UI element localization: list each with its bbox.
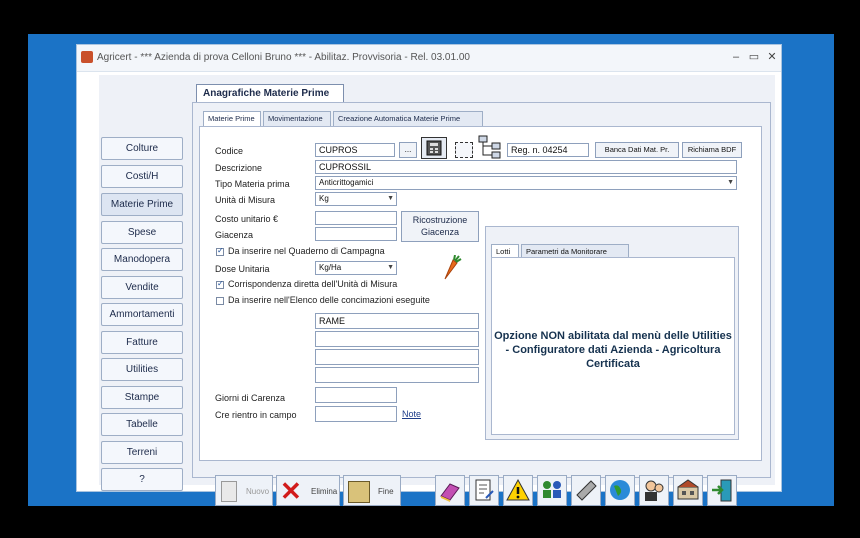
codice-browse-button[interactable]: ... [399,142,417,158]
sidebar-item-utilities[interactable]: Utilities [101,358,183,381]
tab-lotti[interactable]: Lotti [491,244,519,258]
elenco-concimazioni-checkbox[interactable] [216,297,224,305]
nuovo-label: Nuovo [246,487,270,496]
banca-dati-button[interactable]: Banca Dati Mat. Pr. [595,142,679,158]
sidebar-item-fatture[interactable]: Fatture [101,331,183,354]
people-icon[interactable] [639,475,669,506]
disabled-option-message: Opzione NON abilitata dal menù delle Uti… [494,330,732,370]
giorni-carenza-label: Giorni di Carenza [215,393,286,403]
network-users-icon[interactable] [537,475,567,506]
sidebar-item-spese[interactable]: Spese [101,221,183,244]
dose-unitaria-select[interactable]: Kg/Ha ▼ [315,261,397,275]
calculator-icon[interactable] [421,137,447,159]
book-icon[interactable] [435,475,465,506]
rientro-campo-input[interactable] [315,406,397,422]
section-title: Anagrafiche Materie Prime [196,84,344,102]
principio-attivo-3[interactable] [315,349,479,365]
giacenza-input[interactable] [315,227,397,241]
tab-creazione-automatica[interactable]: Creazione Automatica Materie Prime [333,111,483,126]
tab-materie-prime[interactable]: Materie Prime [203,111,261,127]
sidebar-item-colture[interactable]: Colture [101,137,183,160]
unita-misura-select[interactable]: Kg ▼ [315,192,397,206]
dose-unitaria-label: Dose Unitaria [215,264,270,274]
sidebar-item-vendite[interactable]: Vendite [101,276,183,299]
chevron-down-icon: ▼ [387,195,394,202]
tipo-materia-label: Tipo Materia prima [215,179,290,189]
close-button[interactable]: ✕ [765,50,779,64]
ricostruzione-giacenza-button[interactable]: Ricostruzione Giacenza [401,211,479,242]
app-icon [81,51,93,63]
dose-unitaria-value: Kg/Ha [319,263,342,272]
registration-number: Reg. n. 04254 [507,143,589,157]
minimize-button[interactable]: – [729,50,743,64]
maximize-button[interactable]: ▭ [747,50,761,64]
corrispondenza-checkbox[interactable] [216,279,224,289]
codice-input[interactable]: CUPROS [315,143,395,157]
richiama-bdf-button[interactable]: Richiama BDF [682,142,742,158]
elimina-label: Elimina [311,487,338,496]
tab-parametri-monitorare[interactable]: Parametri da Monitorare [521,244,629,258]
sidebar-item-ammortamenti[interactable]: Ammortamenti [101,303,183,326]
fine-button[interactable]: Fine [343,475,401,506]
costo-unitario-label: Costo unitario € [215,214,279,224]
descrizione-label: Descrizione [215,163,263,173]
ruler-icon[interactable] [571,475,601,506]
elenco-concimazioni-label: Da inserire nell'Elenco delle concimazio… [228,295,430,305]
principio-attivo-1[interactable]: RAME [315,313,479,329]
sidebar-item-manodopera[interactable]: Manodopera [101,248,183,271]
save-disk-icon [348,481,370,503]
chevron-down-icon: ▼ [727,179,734,186]
new-document-icon [221,481,237,502]
delete-x-icon: ✕ [280,476,302,506]
fine-label: Fine [378,487,394,496]
app-window: Agricert - *** Azienda di prova Celloni … [76,44,782,506]
sidebar-item-help[interactable]: ? [101,468,183,491]
sidebar-item-stampe[interactable]: Stampe [101,386,183,409]
carrot-icon [439,254,463,281]
rientro-campo-label: Cre rientro in campo [215,410,297,420]
tipo-materia-value: Anticrittogamici [319,178,374,187]
giacenza-label: Giacenza [215,230,254,240]
tree-structure-icon[interactable] [477,134,503,160]
quaderno-label: Da inserire nel Quaderno di Campagna [228,246,385,256]
title-bar: Agricert - *** Azienda di prova Celloni … [77,45,781,72]
chevron-down-icon: ▼ [387,264,394,271]
sidebar-item-materie-prime[interactable]: Materie Prime [101,193,183,216]
sidebar-item-terreni[interactable]: Terreni [101,441,183,464]
tab-movimentazione[interactable]: Movimentazione [263,111,331,126]
globe-icon[interactable] [605,475,635,506]
select-icon[interactable] [455,142,473,158]
note-link[interactable]: Note [402,409,421,419]
principio-attivo-2[interactable] [315,331,479,347]
window-title: Agricert - *** Azienda di prova Celloni … [97,52,470,63]
principio-attivo-4[interactable] [315,367,479,383]
warning-icon[interactable] [503,475,533,506]
codice-label: Codice [215,146,244,156]
costo-unitario-input[interactable] [315,211,397,225]
exit-door-icon[interactable] [707,475,737,506]
corrispondenza-label: Corrispondenza diretta dell'Unità di Mis… [228,279,398,289]
tipo-materia-select[interactable]: Anticrittogamici ▼ [315,176,737,190]
buildings-icon[interactable] [673,475,703,506]
sidebar-item-tabelle[interactable]: Tabelle [101,413,183,436]
client-area: Colture Costi/H Materie Prime Spese Mano… [99,75,775,506]
quaderno-checkbox[interactable] [216,246,224,256]
unita-misura-label: Unità di Misura [215,195,276,205]
giorni-carenza-input[interactable] [315,387,397,403]
descrizione-input[interactable]: CUPROSSIL [315,160,737,174]
document-edit-icon[interactable] [469,475,499,506]
elimina-button[interactable]: ✕ Elimina [276,475,340,506]
unita-misura-value: Kg [319,194,329,203]
nuovo-button[interactable]: Nuovo [215,475,273,506]
sidebar-item-costi[interactable]: Costi/H [101,165,183,188]
